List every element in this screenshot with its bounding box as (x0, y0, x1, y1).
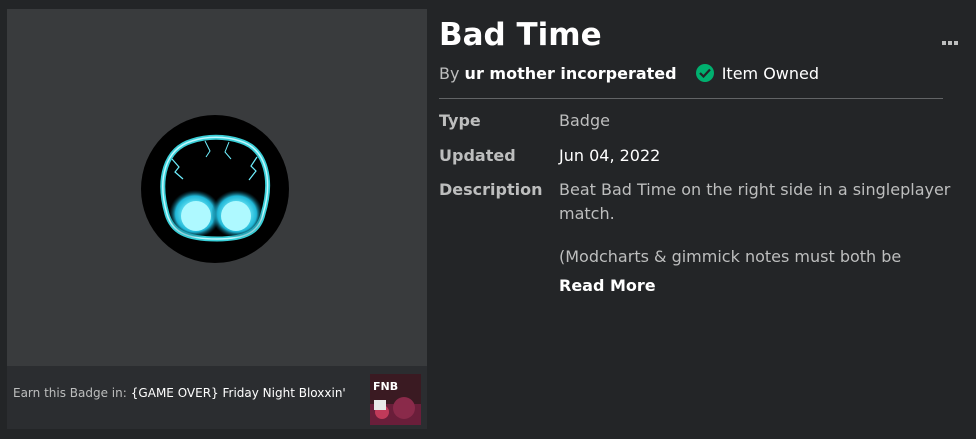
badge-details: Bad Time By ur mother incorperated Item … (439, 14, 962, 295)
more-dots-icon (942, 41, 946, 45)
checkmark-icon (695, 64, 714, 82)
badge-title: Bad Time (439, 17, 602, 53)
by-prefix: By (439, 64, 460, 83)
game-link[interactable]: {GAME OVER} Friday Night Bloxxin' (131, 386, 346, 400)
badge-thumbnail-panel: Earn this Badge in: {GAME OVER} Friday Ni… (7, 9, 427, 429)
creator-link[interactable]: ur mother incorperated (465, 64, 677, 83)
earn-badge-prefix: Earn this Badge in: (13, 386, 127, 400)
description-line: match. (559, 204, 615, 223)
badge-page: Earn this Badge in: {GAME OVER} Friday Ni… (0, 0, 976, 439)
type-label: Type (439, 111, 481, 130)
game-thumbnail[interactable]: FNB (370, 374, 421, 425)
earn-badge-bar: Earn this Badge in: {GAME OVER} Friday Ni… (7, 366, 427, 429)
more-options-button[interactable] (942, 30, 962, 45)
game-thumbnail-art: FNB (370, 374, 421, 425)
badge-image (141, 115, 289, 263)
read-more-link[interactable]: Read More (559, 276, 656, 295)
type-value: Badge (559, 111, 610, 130)
earn-badge-text: Earn this Badge in: {GAME OVER} Friday Ni… (13, 386, 346, 400)
description-label: Description (439, 180, 543, 199)
item-owned-label: Item Owned (721, 64, 820, 83)
more-dots-icon (954, 41, 958, 45)
details-divider (439, 98, 943, 99)
creator-byline: By ur mother incorperated Item Owned (439, 64, 819, 83)
updated-value: Jun 04, 2022 (559, 146, 661, 165)
updated-label: Updated (439, 146, 516, 165)
description-text: Beat Bad Time on the right side in a sin… (559, 178, 976, 269)
description-line: (Modcharts & gimmick notes must both be (559, 247, 902, 266)
more-dots-icon (948, 41, 952, 45)
game-thumbnail-logo: FNB (373, 380, 398, 393)
description-line: Beat Bad Time on the right side in a sin… (559, 180, 951, 199)
